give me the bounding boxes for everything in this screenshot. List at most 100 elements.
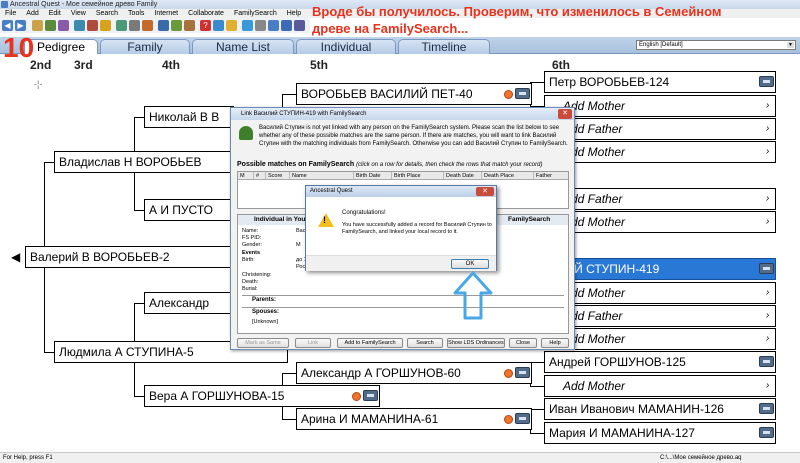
person-box-great-grandfather[interactable]: ВОРОБЬЕВ ВАСИЛИЙ ПЕТ-40 bbox=[296, 83, 532, 105]
tab-family[interactable]: Family bbox=[100, 39, 190, 54]
add-father-box[interactable]: Add Father › bbox=[544, 118, 776, 140]
familysearch-card-icon[interactable] bbox=[759, 263, 774, 274]
navigate-left-icon[interactable]: ◀ bbox=[11, 250, 20, 264]
person-box-6th[interactable]: Андрей ГОРШУНОВ-125 bbox=[544, 351, 776, 373]
menu-internet[interactable]: Internet bbox=[149, 9, 183, 18]
tab-timeline[interactable]: Timeline bbox=[398, 39, 490, 54]
open-icon[interactable] bbox=[32, 20, 43, 31]
toolbar: ◀ ▶ ? bbox=[0, 18, 310, 33]
familysearch-card-icon[interactable] bbox=[759, 356, 774, 367]
column-header[interactable]: Death Date bbox=[444, 172, 482, 179]
search-icon[interactable] bbox=[100, 20, 111, 31]
add-father-box[interactable]: Add Father › bbox=[544, 305, 776, 327]
person-box-6th[interactable]: Мария И МАМАНИНА-127 bbox=[544, 422, 776, 444]
person-name: А И ПУСТО bbox=[149, 203, 213, 217]
warning-icon[interactable] bbox=[226, 20, 237, 31]
person-box-paternal-grandmother[interactable]: А И ПУСТО bbox=[144, 199, 234, 221]
person-box-6th[interactable]: Иван Иванович МАМАНИН-126 bbox=[544, 398, 776, 420]
mark-as-same-button[interactable]: Mark as Same bbox=[237, 338, 289, 348]
add-mother-box[interactable]: Add Mother › bbox=[544, 328, 776, 350]
report-icon[interactable] bbox=[142, 20, 153, 31]
chevron-right-icon: › bbox=[766, 310, 770, 321]
search-button[interactable]: Search bbox=[407, 338, 443, 348]
menu-help[interactable]: Help bbox=[282, 9, 306, 18]
column-header[interactable]: Birth Date bbox=[354, 172, 392, 179]
close-button[interactable]: Close bbox=[509, 338, 537, 348]
print-icon[interactable] bbox=[58, 20, 69, 31]
save-icon[interactable] bbox=[45, 20, 56, 31]
familysearch-card-icon[interactable] bbox=[515, 88, 530, 99]
add-mother-box[interactable]: Add Mother › bbox=[544, 141, 776, 163]
record-hint-icon[interactable] bbox=[352, 392, 361, 401]
record-hint-icon[interactable] bbox=[504, 415, 513, 424]
menu-add[interactable]: Add bbox=[21, 9, 43, 18]
forward-icon[interactable]: ▶ bbox=[15, 20, 26, 31]
tab-individual[interactable]: Individual bbox=[296, 39, 396, 54]
column-header[interactable]: # bbox=[254, 172, 266, 179]
familysearch-card-icon[interactable] bbox=[759, 427, 774, 438]
language-select[interactable]: English [Default] ▼ bbox=[636, 40, 796, 50]
menu-file[interactable]: File bbox=[0, 9, 21, 18]
spouse-unknown[interactable]: [Unknown] bbox=[252, 319, 278, 326]
menu-edit[interactable]: Edit bbox=[44, 9, 66, 18]
dialog-button-row: Mark as Same Link Add to FamilySearch Se… bbox=[235, 338, 571, 349]
globe-icon[interactable] bbox=[268, 20, 279, 31]
add-father-box[interactable]: Add Father › bbox=[544, 188, 776, 210]
close-icon[interactable]: ✕ bbox=[476, 187, 494, 196]
help-icon[interactable]: ? bbox=[200, 20, 211, 31]
add-mother-box[interactable]: Add Mother › bbox=[544, 282, 776, 304]
tab-name-list[interactable]: Name List bbox=[192, 39, 294, 54]
person-box-maternal-grandfather[interactable]: Александр bbox=[144, 292, 234, 314]
menu-familysearch[interactable]: FamilySearch bbox=[229, 9, 282, 18]
sync-icon[interactable] bbox=[281, 20, 292, 31]
settings-icon[interactable] bbox=[255, 20, 266, 31]
ok-button[interactable]: OK bbox=[451, 259, 489, 269]
matches-heading-text: Possible matches on FamilySearch bbox=[237, 161, 355, 168]
add-mother-box[interactable]: Add Mother › bbox=[544, 95, 776, 117]
column-header[interactable]: Name bbox=[290, 172, 354, 179]
add-mother-box[interactable]: Add Mother › bbox=[544, 211, 776, 233]
familysearch-card-icon[interactable] bbox=[515, 367, 530, 378]
tree-icon[interactable] bbox=[171, 20, 182, 31]
record-hint-icon[interactable] bbox=[504, 369, 513, 378]
column-header[interactable]: Score bbox=[266, 172, 290, 179]
person-box-great-grandmother[interactable]: Арина И МАМАНИНА-61 bbox=[296, 408, 532, 430]
close-icon[interactable]: ✕ bbox=[558, 109, 572, 119]
book-icon[interactable] bbox=[184, 20, 195, 31]
web-icon[interactable] bbox=[213, 20, 224, 31]
add-to-familysearch-button[interactable]: Add to FamilySearch bbox=[337, 338, 403, 348]
person-box-selected[interactable]: ИЛИЙ СТУПИН-419 bbox=[544, 258, 776, 280]
exit-icon[interactable] bbox=[294, 20, 305, 31]
record-hint-icon[interactable] bbox=[504, 90, 513, 99]
edit-icon[interactable] bbox=[129, 20, 140, 31]
menu-tools[interactable]: Tools bbox=[123, 9, 149, 18]
show-lds-ordinances-checkbox[interactable]: Show LDS Ordinances bbox=[447, 338, 505, 348]
column-header[interactable]: Birth Place bbox=[392, 172, 444, 179]
person-box-great-grandfather[interactable]: Александр А ГОРШУНОВ-60 bbox=[296, 362, 532, 384]
tab-pedigree[interactable]: Pedigree bbox=[24, 39, 98, 54]
back-icon[interactable]: ◀ bbox=[2, 20, 13, 31]
person-box-paternal-grandfather[interactable]: Николай В В bbox=[144, 106, 234, 128]
familysearch-card-icon[interactable] bbox=[759, 76, 774, 87]
tree-icon bbox=[239, 126, 253, 140]
help-button[interactable]: Help bbox=[541, 338, 569, 348]
delete-icon[interactable] bbox=[87, 20, 98, 31]
column-header[interactable]: Death Place bbox=[482, 172, 534, 179]
column-header[interactable]: M bbox=[238, 172, 254, 179]
collapse-icon[interactable]: -¦- bbox=[34, 79, 42, 89]
add-mother-box[interactable]: Add Mother › bbox=[544, 375, 776, 397]
familysearch-icon[interactable] bbox=[242, 20, 253, 31]
link-button[interactable]: Link bbox=[295, 338, 331, 348]
person-box-6th[interactable]: Петр ВОРОБЬЕВ-124 bbox=[544, 71, 776, 93]
familysearch-card-icon[interactable] bbox=[363, 390, 378, 401]
familysearch-card-icon[interactable] bbox=[759, 403, 774, 414]
menu-view[interactable]: View bbox=[66, 9, 91, 18]
menu-collaborate[interactable]: Collaborate bbox=[183, 9, 229, 18]
menu-search[interactable]: Search bbox=[91, 9, 123, 18]
family-icon[interactable] bbox=[116, 20, 127, 31]
person-box-maternal-grandmother[interactable]: Вера А ГОРШУНОВА-15 bbox=[144, 385, 380, 407]
familysearch-card-icon[interactable] bbox=[515, 413, 530, 424]
add-person-icon[interactable] bbox=[74, 20, 85, 31]
chart-icon[interactable] bbox=[158, 20, 169, 31]
column-header[interactable]: Father bbox=[534, 172, 568, 179]
